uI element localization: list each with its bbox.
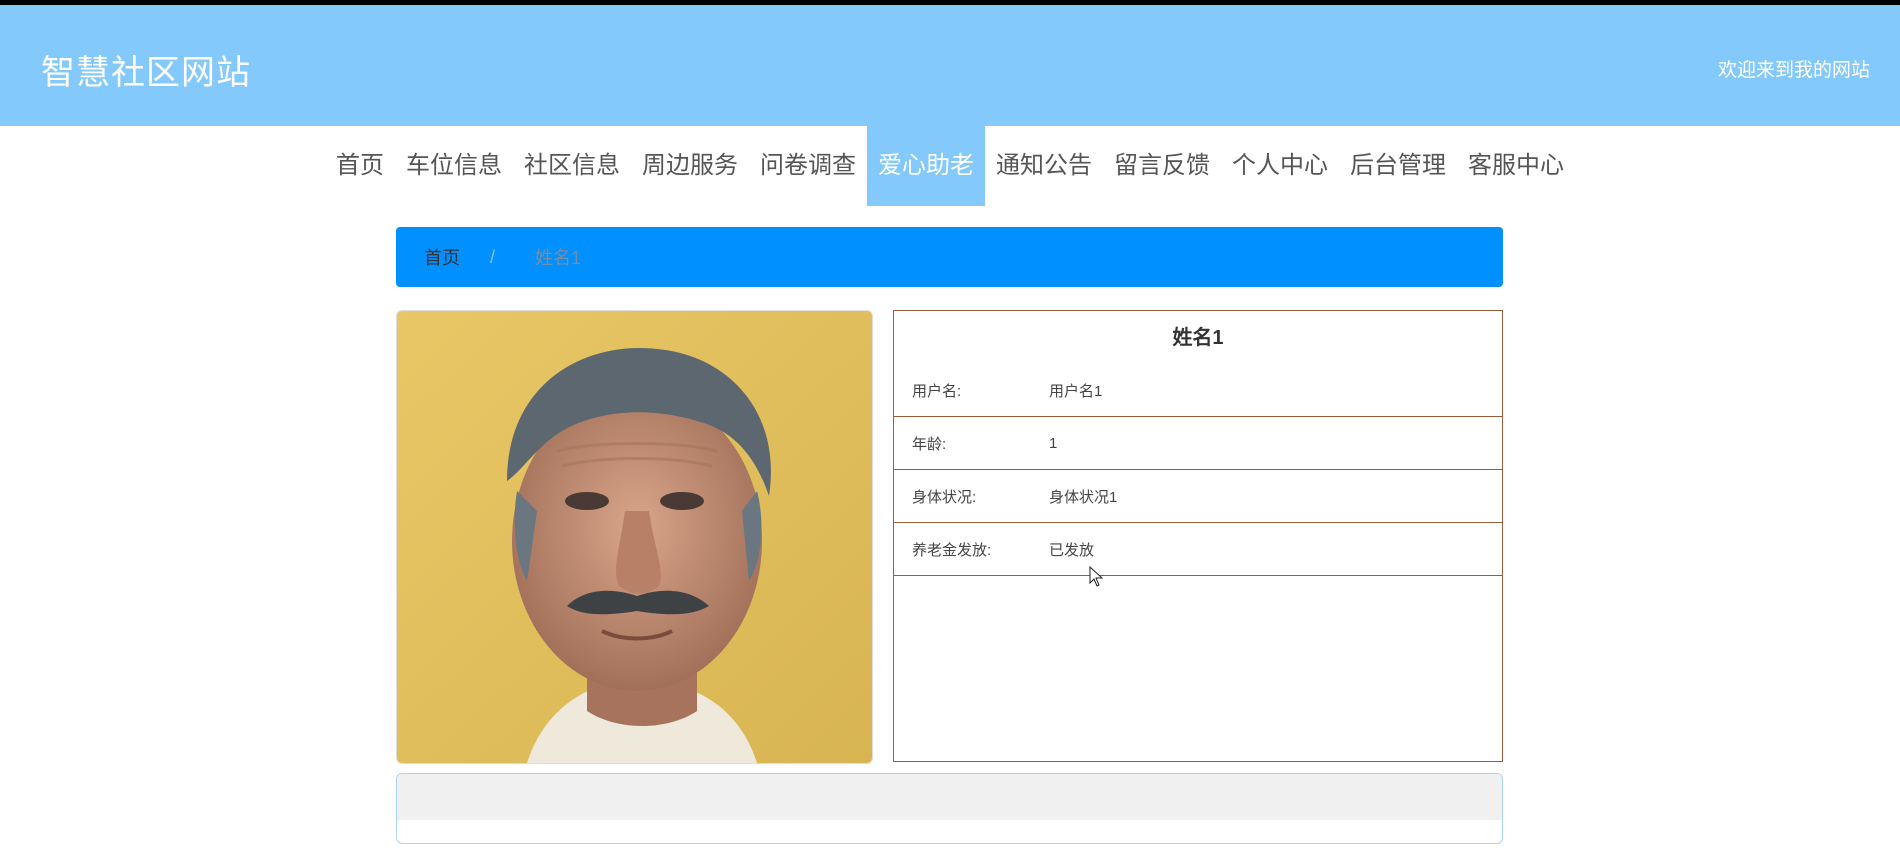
nav-item-parking[interactable]: 车位信息 (395, 126, 513, 206)
detail-value: 1 (1049, 434, 1058, 452)
nav-item-nearby-services[interactable]: 周边服务 (631, 126, 749, 206)
detail-value: 身体状况1 (1049, 488, 1118, 506)
nav-item-support[interactable]: 客服中心 (1457, 126, 1575, 206)
nav-item-profile[interactable]: 个人中心 (1221, 126, 1339, 206)
nav-item-community-info[interactable]: 社区信息 (513, 126, 631, 206)
detail-row-username: 用户名: 用户名1 (894, 365, 1502, 417)
detail-row-health: 身体状况: 身体状况1 (894, 470, 1502, 523)
main-nav: 首页 车位信息 社区信息 周边服务 问卷调查 爱心助老 通知公告 留言反馈 个人… (0, 126, 1900, 206)
detail-label: 身体状况: (912, 488, 977, 506)
breadcrumb-separator: / (490, 246, 496, 267)
nav-item-survey[interactable]: 问卷调查 (749, 126, 867, 206)
detail-label: 养老金发放: (912, 541, 992, 559)
elderly-man-portrait-icon (397, 311, 872, 763)
breadcrumb: 首页 / 姓名1 (396, 227, 1503, 287)
breadcrumb-home-link[interactable]: 首页 (424, 244, 460, 270)
detail-value: 用户名1 (1049, 383, 1103, 400)
elderly-detail-panel: 姓名1 用户名: 用户名1 年龄: 1 身体状况: 身体状况1 养老金发放: 已… (893, 310, 1503, 762)
detail-label: 年龄: (912, 435, 947, 453)
mouse-pointer-icon (1089, 566, 1104, 587)
nav-item-admin[interactable]: 后台管理 (1339, 126, 1457, 206)
detail-value: 已发放 (1049, 541, 1095, 559)
site-header: 智慧社区网站 欢迎来到我的网站 (0, 5, 1900, 126)
nav-item-notices[interactable]: 通知公告 (985, 126, 1103, 206)
nav-item-home[interactable]: 首页 (325, 126, 395, 206)
nav-item-feedback[interactable]: 留言反馈 (1103, 126, 1221, 206)
detail-label: 用户名: (912, 383, 962, 400)
detail-name: 姓名1 (1172, 327, 1224, 349)
detail-row-age: 年龄: 1 (894, 417, 1502, 470)
nav-item-elderly-care[interactable]: 爱心助老 (867, 126, 985, 206)
detail-row-pension: 养老金发放: 已发放 (894, 523, 1502, 576)
detail-content-panel (396, 773, 1503, 844)
site-title[interactable]: 智慧社区网站 (41, 45, 251, 94)
elderly-photo (396, 310, 873, 764)
detail-content-header (397, 774, 1502, 820)
breadcrumb-current: 姓名1 (535, 248, 582, 268)
welcome-text: 欢迎来到我的网站 (1717, 60, 1870, 81)
